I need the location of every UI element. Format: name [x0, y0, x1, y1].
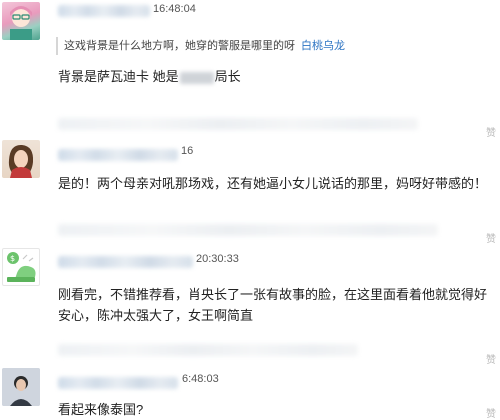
comment-text-part: 背景是萨瓦迪卡 她是 — [58, 69, 179, 84]
blurred-row — [58, 224, 438, 236]
photo-avatar-icon — [2, 368, 40, 406]
like-button[interactable]: 赞 — [486, 124, 496, 139]
comment-timestamp: 16:48:04 — [153, 3, 196, 15]
quote-text: 这戏背景是什么地方啊，她穿的警服是哪里的呀 — [64, 40, 295, 52]
comment-item: 6:48:03 看起来像泰国? — [0, 368, 500, 420]
comment-item: $ 20:30:33 刚看完，不错推荐看，肖央长了一张有故事的脸，在这里面看着他… — [0, 248, 500, 356]
comment-timestamp: 16 — [181, 145, 194, 157]
blurred-row — [58, 118, 418, 130]
quote-author-link[interactable]: 白桃乌龙 — [301, 40, 345, 52]
comment-text: 刚看完，不错推荐看，肖央长了一张有故事的脸，在这里面看着他就觉得好安心，陈冲太强… — [58, 287, 488, 323]
portrait-avatar-icon — [8, 144, 34, 178]
like-button[interactable]: 赞 — [486, 405, 496, 420]
redacted-text — [179, 71, 214, 84]
comment-text: 看起来像泰国? — [58, 402, 144, 417]
like-button[interactable]: 赞 — [486, 230, 496, 245]
avatar[interactable]: $ — [2, 248, 40, 286]
comment-timestamp: 20:30:33 — [196, 253, 239, 265]
comment-item: 16:48:04 这戏背景是什么地方啊，她穿的警服是哪里的呀 白桃乌龙 背景是萨瓦… — [0, 0, 500, 130]
comment-text: 背景是萨瓦迪卡 她是 局长 — [58, 66, 241, 87]
like-button[interactable]: 赞 — [486, 351, 496, 366]
avatar[interactable] — [2, 2, 40, 40]
quoted-reply: 这戏背景是什么地方啊，她穿的警服是哪里的呀 白桃乌龙 — [56, 37, 345, 55]
avatar[interactable] — [2, 368, 40, 406]
comment-timestamp: 6:48:03 — [182, 373, 219, 385]
comment-text: 是的！两个母亲对吼那场戏，还有她逼小女儿说话的那里，妈呀好带感的！ — [58, 176, 488, 191]
avatar[interactable] — [2, 140, 40, 178]
username-blurred[interactable] — [58, 256, 193, 268]
username-blurred[interactable] — [58, 5, 150, 17]
username-blurred[interactable] — [58, 377, 178, 389]
blurred-row — [58, 344, 358, 356]
cartoon-avatar-icon: $ — [7, 252, 36, 282]
comment-item: 16 是的！两个母亲对吼那场戏，还有她逼小女儿说话的那里，妈呀好带感的！ — [0, 140, 500, 236]
comment-text-part: 局长 — [214, 69, 241, 84]
svg-text:$: $ — [10, 254, 15, 263]
username-blurred[interactable] — [58, 149, 178, 161]
anime-avatar-icon — [10, 6, 32, 40]
